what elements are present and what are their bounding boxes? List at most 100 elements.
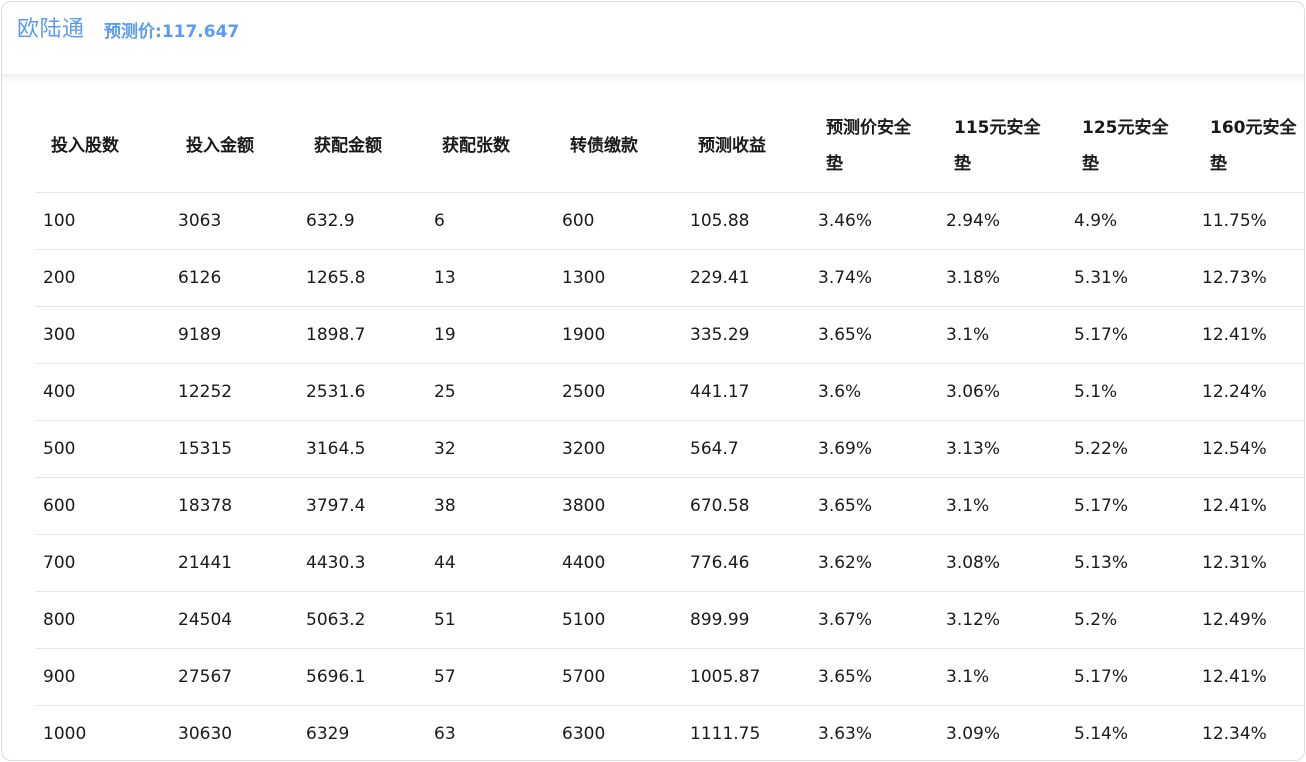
table-cell: 600 [553, 192, 681, 250]
table-cell: 900 [35, 648, 169, 706]
card-header: 欧陆通 预测价:117.647 [2, 2, 1304, 74]
table-cell: 44 [425, 534, 553, 592]
table-cell: 3.12% [937, 591, 1065, 649]
table-cell: 1005.87 [681, 648, 809, 706]
table-cell: 800 [35, 591, 169, 649]
table-cell: 19 [425, 306, 553, 364]
table-cell: 13 [425, 249, 553, 307]
table-cell: 12.49% [1193, 591, 1304, 649]
table-cell: 3800 [553, 477, 681, 535]
table-cell: 4430.3 [297, 534, 425, 592]
table-row: 700 21441 4430.3 44 4400 776.46 3.62% 3.08% 5.13… [35, 534, 1304, 592]
table-cell: 38 [425, 477, 553, 535]
column-header: 115元安全垫 [937, 100, 1065, 193]
table-row: 600 18378 3797.4 38 3800 670.58 3.65% 3.1% 5.17%… [35, 477, 1304, 535]
header-divider [2, 74, 1304, 84]
table-cell: 12.73% [1193, 249, 1304, 307]
table-cell: 27567 [169, 648, 297, 706]
table-cell: 3.6% [809, 363, 937, 421]
table-cell: 3.63% [818, 724, 873, 744]
table-cell: 3797.4 [297, 477, 425, 535]
table-cell: 3.69% [809, 420, 937, 478]
table-container: 投入股数 投入金额 获配金额 获配张数 转债缴款 预测收益 预测价安全垫 115… [35, 100, 1304, 761]
allocation-table: 投入股数 投入金额 获配金额 获配张数 转债缴款 预测收益 预测价安全垫 115… [35, 100, 1304, 761]
table-cell: 3.74% [809, 249, 937, 307]
column-header: 获配张数 [425, 100, 553, 193]
table-cell: 12.41% [1193, 306, 1304, 364]
table-cell: 1898.7 [297, 306, 425, 364]
table-cell: 11.75% [1193, 192, 1304, 250]
table-cell: 776.46 [681, 534, 809, 592]
table-cell: 3.18% [937, 249, 1065, 307]
table-cell: 5700 [553, 648, 681, 706]
table-cell: 3200 [553, 420, 681, 478]
column-header: 125元安全垫 [1065, 100, 1193, 193]
table-row: 200 6126 1265.8 13 1300 229.41 3.74% 3.18% 5.31%… [35, 249, 1304, 307]
table-cell: 12.31% [1193, 534, 1304, 592]
table-cell: 3.62% [809, 534, 937, 592]
table-cell: 30630 [178, 724, 233, 744]
table-cell: 5.13% [1065, 534, 1193, 592]
bond-title: 欧陆通 [17, 17, 85, 42]
table-cell: 3164.5 [297, 420, 425, 478]
table-row: 500 15315 3164.5 32 3200 564.7 3.69% 3.13% 5.22%… [35, 420, 1304, 478]
table-row: 900 27567 5696.1 57 5700 1005.87 3.65% 3.1% 5.17… [35, 648, 1304, 706]
table-cell: 564.7 [681, 420, 809, 478]
table-header-row: 投入股数 投入金额 获配金额 获配张数 转债缴款 预测收益 预测价安全垫 115… [35, 100, 1304, 193]
table-cell: 9189 [169, 306, 297, 364]
table-cell: 12.54% [1193, 420, 1304, 478]
table-cell: 4.9% [1065, 192, 1193, 250]
table-cell: 5696.1 [297, 648, 425, 706]
table-cell: 500 [35, 420, 169, 478]
table-cell: 1000 [43, 724, 87, 744]
table-cell: 18378 [169, 477, 297, 535]
table-cell: 5.31% [1065, 249, 1193, 307]
table-cell: 12.41% [1193, 648, 1304, 706]
table-cell: 5.1% [1065, 363, 1193, 421]
column-header: 转债缴款 [553, 100, 681, 193]
predict-price-label: 预测价: [104, 22, 162, 42]
table-cell: 5.22% [1065, 420, 1193, 478]
table-cell: 3.08% [937, 534, 1065, 592]
table-cell: 2531.6 [297, 363, 425, 421]
column-header: 投入股数 [35, 100, 169, 193]
predict-price: 预测价:117.647 [104, 17, 239, 42]
table-cell: 6126 [169, 249, 297, 307]
table-cell: 5.2% [1065, 591, 1193, 649]
table-cell: 12252 [169, 363, 297, 421]
table-row: 400 12252 2531.6 25 2500 441.17 3.6% 3.06% 5.1% 1… [35, 363, 1304, 421]
column-header: 投入金额 [169, 100, 297, 193]
table-cell: 3.13% [937, 420, 1065, 478]
table-cell: 21441 [169, 534, 297, 592]
table-cell: 3.09% [946, 724, 1001, 744]
table-cell: 1900 [553, 306, 681, 364]
table-cell: 1300 [553, 249, 681, 307]
table-cell: 3.06% [937, 363, 1065, 421]
table-cell: 5.17% [1065, 477, 1193, 535]
table-cell: 700 [35, 534, 169, 592]
table-cell: 229.41 [681, 249, 809, 307]
table-cell: 15315 [169, 420, 297, 478]
table-cell: 400 [35, 363, 169, 421]
table-cell: 300 [35, 306, 169, 364]
table-cell: 335.29 [681, 306, 809, 364]
table-row: 1000 30630 6329 63 6300 1111.75 3.63% 3.09% 5.14… [35, 706, 1304, 761]
table-cell: 200 [35, 249, 169, 307]
table-row: 300 9189 1898.7 19 1900 335.29 3.65% 3.1% 5.17% 1… [35, 306, 1304, 364]
table-cell: 12.34% [1202, 724, 1267, 744]
table-cell: 57 [425, 648, 553, 706]
table-cell: 441.17 [681, 363, 809, 421]
bond-card: 欧陆通 预测价:117.647 投入股数 投入金额 获配金额 获配张数 转债缴款… [1, 1, 1305, 761]
table-cell: 1111.75 [690, 724, 761, 744]
table-cell: 6329 [306, 724, 350, 744]
column-header: 预测收益 [681, 100, 809, 193]
table-cell: 5100 [553, 591, 681, 649]
table-cell: 3063 [169, 192, 297, 250]
table-row: 800 24504 5063.2 51 5100 899.99 3.67% 3.12% 5.2%… [35, 591, 1304, 649]
table-cell: 3.65% [809, 477, 937, 535]
table-cell: 2.94% [937, 192, 1065, 250]
table-cell: 3.67% [809, 591, 937, 649]
table-cell: 3.65% [809, 648, 937, 706]
table-cell: 25 [425, 363, 553, 421]
table-cell: 12.24% [1193, 363, 1304, 421]
